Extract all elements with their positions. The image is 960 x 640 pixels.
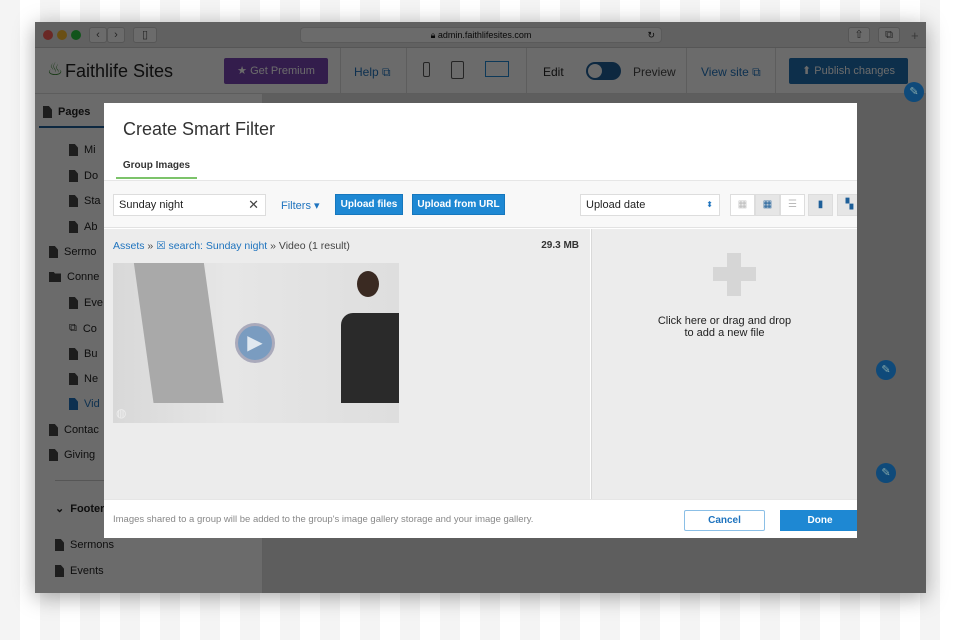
page-icon: [49, 424, 58, 436]
sidebar-item[interactable]: Sta: [69, 195, 101, 207]
play-icon[interactable]: ▶: [235, 323, 275, 363]
folder-icon: [49, 272, 61, 282]
sidebar-item[interactable]: Sermo: [49, 246, 96, 258]
minimize-window-button[interactable]: [57, 30, 67, 40]
drop-zone-text: Click here or drag and drop: [657, 315, 792, 327]
upload-from-url-button[interactable]: Upload from URL: [412, 194, 505, 215]
breadcrumb: Assets » ☒ search: Sunday night » Video …: [113, 240, 350, 252]
close-window-button[interactable]: [43, 30, 53, 40]
breadcrumb-assets[interactable]: Assets: [113, 240, 145, 252]
pencil-icon[interactable]: ✎: [904, 82, 924, 102]
pencil-icon[interactable]: ✎: [876, 463, 896, 483]
sidebar-item[interactable]: Giving: [49, 449, 95, 461]
sidebar-item[interactable]: Events: [55, 565, 104, 577]
get-premium-button[interactable]: ★ Get Premium: [224, 58, 328, 84]
tabs-icon[interactable]: ⧉: [878, 27, 900, 43]
address-bar[interactable]: 🔒︎ admin.faithlifesites.com ↻: [300, 27, 662, 43]
page-icon: [69, 195, 78, 207]
create-smart-filter-dialog: Create Smart Filter Group Images Sunday …: [104, 103, 857, 538]
tab-group-images[interactable]: Group Images: [116, 155, 197, 179]
dialog-footer: Images shared to a group will be added t…: [104, 499, 857, 538]
clear-search-icon[interactable]: ✕: [248, 195, 259, 215]
globe-icon: ◍: [116, 406, 127, 420]
page-icon: [69, 348, 78, 360]
sidebar-item[interactable]: Contac: [49, 424, 99, 436]
sort-select[interactable]: Upload date ⬍: [580, 194, 720, 216]
split-view-icon[interactable]: ▮: [808, 194, 833, 216]
back-icon[interactable]: ‹: [89, 27, 107, 43]
search-input[interactable]: Sunday night ✕: [113, 194, 266, 216]
app-header: ♨ Faithlife Sites ★ Get Premium Help ⧉ E…: [35, 48, 926, 94]
page-icon: [69, 297, 78, 309]
sidebar-item-active[interactable]: Vid: [69, 398, 100, 410]
done-button[interactable]: Done: [780, 510, 857, 531]
filters-dropdown[interactable]: Filters ▾: [281, 199, 320, 212]
url-text: admin.faithlifesites.com: [437, 30, 532, 40]
drop-zone[interactable]: Click here or drag and drop to add a new…: [591, 229, 857, 499]
sidebar-item[interactable]: Ne: [69, 373, 98, 385]
sidebar-item[interactable]: ⧉ Co: [69, 322, 97, 335]
page-icon: [69, 170, 78, 182]
view-site-link[interactable]: View site ⧉: [701, 65, 761, 80]
dialog-title: Create Smart Filter: [123, 119, 276, 139]
cancel-button[interactable]: Cancel: [684, 510, 765, 531]
small-grid-view-icon[interactable]: ▦: [730, 194, 755, 216]
sidebar-item[interactable]: Eve: [69, 297, 103, 309]
remove-filter-icon: ☒: [156, 240, 166, 252]
browser-titlebar: ‹ › ▯ 🔒︎ admin.faithlifesites.com ↻ ⇧ ⧉ +: [35, 22, 926, 48]
chevron-down-icon: ⌄: [55, 503, 65, 515]
sidebar-item[interactable]: Bu: [69, 348, 97, 360]
mobile-view-icon[interactable]: [423, 62, 430, 77]
edit-label: Edit: [543, 65, 564, 79]
upload-files-button[interactable]: Upload files: [335, 194, 403, 215]
breadcrumb-type: Video: [278, 240, 306, 252]
faithlife-logo-icon: ♨: [47, 59, 64, 79]
sidebar-item[interactable]: Mi: [69, 144, 96, 156]
forward-icon[interactable]: ›: [107, 27, 125, 43]
list-view-icon[interactable]: ☰: [780, 194, 805, 216]
sidebar-item[interactable]: Conne: [49, 271, 99, 283]
sidebar-header-pages[interactable]: Pages: [43, 106, 90, 118]
help-link[interactable]: Help ⧉: [354, 65, 391, 80]
page-icon: [69, 221, 78, 233]
sidebar-toggle-icon[interactable]: ▯: [133, 27, 157, 43]
page-icon: [69, 373, 78, 385]
page-icon: [49, 246, 58, 258]
share-icon[interactable]: ⇧: [848, 27, 870, 43]
pencil-icon[interactable]: ✎: [876, 360, 896, 380]
reload-icon[interactable]: ↻: [647, 28, 655, 43]
page-icon: [49, 449, 58, 461]
maximize-window-button[interactable]: [71, 30, 81, 40]
asset-list-pane: Assets » ☒ search: Sunday night » Video …: [104, 229, 590, 499]
result-count: (1 result): [308, 240, 350, 252]
external-link-icon: ⧉: [69, 322, 77, 334]
breadcrumb-search[interactable]: ☒ search: Sunday night: [156, 240, 267, 252]
sidebar-item[interactable]: Ab: [69, 221, 97, 233]
sidebar-item[interactable]: Sermons: [55, 539, 114, 551]
edit-preview-toggle[interactable]: [586, 62, 621, 80]
desktop-view-icon[interactable]: [485, 61, 509, 77]
total-size: 29.3 MB: [541, 240, 579, 251]
preview-label: Preview: [633, 65, 676, 79]
drop-zone-text: to add a new file: [684, 327, 765, 339]
logo-text[interactable]: Faithlife Sites: [65, 61, 173, 82]
page-icon: [69, 144, 78, 156]
new-tab-icon[interactable]: +: [911, 28, 919, 43]
footer-note: Images shared to a group will be added t…: [113, 514, 534, 525]
panel-view-icon[interactable]: ▚: [837, 194, 857, 216]
page-icon: [55, 539, 64, 551]
add-file-plus-icon: [713, 267, 756, 281]
tablet-view-icon[interactable]: [451, 61, 464, 79]
sidebar-item[interactable]: Do: [69, 170, 98, 182]
medium-grid-view-icon[interactable]: ▦: [755, 194, 780, 216]
page-icon: [69, 398, 78, 410]
publish-changes-button[interactable]: ⬆ Publish changes: [789, 58, 908, 84]
video-thumbnail[interactable]: ▶ ◍: [113, 263, 399, 423]
sidebar-footer-section[interactable]: ⌄ Footer: [55, 502, 104, 516]
lock-icon: 🔒︎: [430, 30, 438, 40]
page-icon: [55, 565, 64, 577]
asset-toolbar: Sunday night ✕ Filters ▾ Upload files Upl…: [104, 180, 857, 228]
